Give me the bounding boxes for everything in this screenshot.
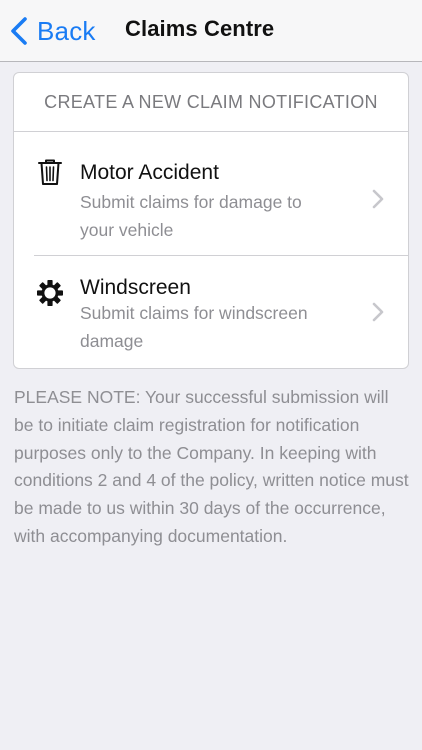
back-button[interactable]: Back — [10, 12, 96, 50]
policy-note: PLEASE NOTE: Your successful submission … — [14, 387, 409, 546]
motor-accident-row[interactable]: Motor Accident Submit claims for damage … — [14, 133, 408, 255]
navigation-bar: Back Claims Centre — [0, 0, 422, 62]
motor-accident-subtitle: Submit claims for damage to your vehicle — [80, 192, 302, 240]
section-header: CREATE A NEW CLAIM NOTIFICATION — [14, 73, 408, 132]
trash-icon — [38, 159, 62, 185]
gear-icon — [37, 280, 63, 306]
windscreen-title: Windscreen — [80, 276, 191, 299]
windscreen-subtitle: Submit claims for windscreen damage — [80, 303, 308, 351]
chevron-right-icon — [372, 189, 384, 209]
motor-accident-title: Motor Accident — [80, 161, 219, 184]
claim-options-card: CREATE A NEW CLAIM NOTIFICATION Motor Ac… — [13, 72, 409, 369]
chevron-right-icon — [372, 302, 384, 322]
chevron-left-icon — [11, 17, 27, 45]
windscreen-row[interactable]: Windscreen Submit claims for windscreen … — [14, 256, 408, 368]
page-title: Claims Centre — [125, 16, 275, 41]
back-button-label: Back — [37, 15, 96, 46]
